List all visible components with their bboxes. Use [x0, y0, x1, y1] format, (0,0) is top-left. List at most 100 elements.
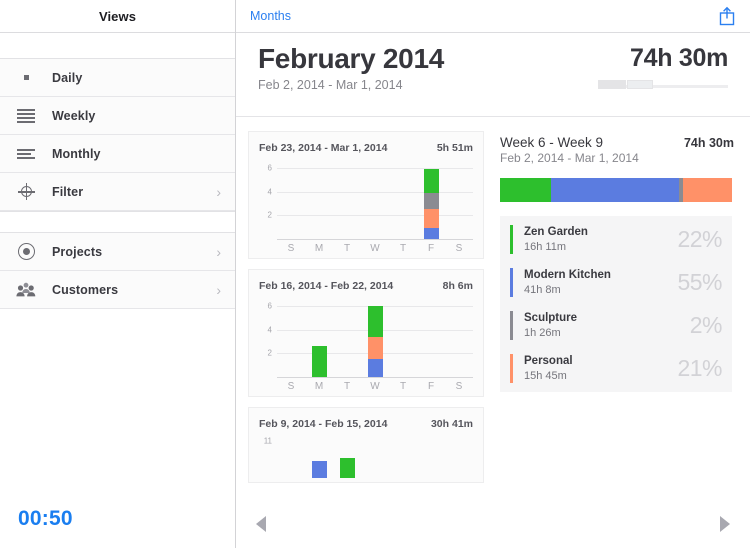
views-nav-group: Daily Weekly Monthly Filter ›	[0, 59, 235, 211]
arrow-left-icon[interactable]	[256, 516, 266, 532]
top-bar: Months	[236, 0, 750, 33]
legend-row[interactable]: Personal 15h 45m 21%	[500, 347, 732, 390]
sidebar-header: Views	[0, 0, 235, 33]
chart-bar-slot	[277, 162, 305, 239]
legend-project-percent: 22%	[677, 226, 722, 252]
stacked-bar-segment	[500, 178, 552, 202]
chart-bar-slot	[305, 300, 333, 377]
sidebar-item-daily[interactable]: Daily	[0, 59, 235, 97]
sidebar-group-divider	[0, 211, 235, 233]
chart-title: Feb 16, 2014 - Feb 22, 2014	[259, 280, 394, 292]
chevron-right-icon: ›	[216, 243, 221, 260]
chart-bar-slot	[277, 438, 305, 478]
legend-color-swatch	[510, 268, 513, 297]
chart-x-tick: S	[455, 381, 463, 392]
legend-project-name: Sculpture	[524, 312, 578, 325]
chart-bar	[423, 169, 439, 239]
chart-bar-slot	[417, 438, 445, 478]
legend-project-percent: 21%	[677, 355, 722, 381]
legend-project-percent: 2%	[689, 312, 723, 338]
legend-row[interactable]: Modern Kitchen 41h 8m 55%	[500, 261, 732, 304]
sidebar-item-label: Daily	[52, 70, 83, 85]
chart-y-tick: 11	[263, 436, 272, 446]
legend-text: Zen Garden 16h 11m	[524, 225, 677, 254]
period-scrubber[interactable]	[598, 80, 728, 90]
sidebar-title: Views	[98, 8, 137, 24]
sidebar-item-label: Weekly	[52, 108, 96, 123]
legend-text: Personal 15h 45m	[524, 354, 677, 383]
legend-color-swatch	[510, 354, 513, 383]
share-icon[interactable]	[718, 6, 736, 26]
legend-color-swatch	[510, 225, 513, 254]
sidebar-item-customers[interactable]: Customers ›	[0, 271, 235, 309]
chart-bar-slot	[389, 162, 417, 239]
content-area: Feb 23, 2014 - Mar 1, 2014 5h 51m 2 4 6 S M…	[236, 117, 750, 493]
chart-x-tick: W	[370, 243, 380, 254]
chart-bar	[339, 458, 355, 478]
chart-card[interactable]: Feb 9, 2014 - Feb 15, 2014 30h 41m 11	[248, 407, 484, 483]
chart-bar-segment	[311, 461, 327, 478]
sidebar-item-label: Customers	[52, 282, 119, 297]
chevron-right-icon: ›	[216, 281, 221, 298]
chart-plot: 11	[264, 437, 473, 478]
chart-x-tick: T	[399, 381, 407, 392]
stacked-bar-segment	[683, 178, 732, 202]
legend-project-duration: 1h 26m	[524, 326, 561, 339]
legend-row[interactable]: Sculpture 1h 26m 2%	[500, 304, 732, 347]
chart-x-tick: S	[287, 381, 295, 392]
main-panel: Months February 2014 Feb 2, 2014 - Mar 1…	[236, 0, 750, 548]
project-legend-list: Zen Garden 16h 11m 22% Modern Kitchen 41h 8m…	[500, 216, 732, 392]
chart-x-axis: SMTWTFS	[277, 381, 473, 392]
chart-bar-slot	[277, 300, 305, 377]
weekly-icon	[0, 108, 52, 123]
chart-x-tick: S	[455, 243, 463, 254]
chart-y-tick: 6	[267, 163, 272, 173]
summary-column: Week 6 - Week 9 74h 30m Feb 2, 2014 - Ma…	[496, 131, 736, 493]
chart-bar-segment	[423, 228, 439, 239]
stacked-bar-segment	[551, 178, 679, 202]
legend-project-percent: 55%	[677, 269, 722, 295]
chart-bar-slot	[333, 300, 361, 377]
chart-x-tick: F	[427, 243, 435, 254]
summary-subtitle: Feb 2, 2014 - Mar 1, 2014	[500, 151, 639, 165]
chart-card[interactable]: Feb 16, 2014 - Feb 22, 2014 8h 6m 2 4 6 S M…	[248, 269, 484, 397]
weekly-charts-column: Feb 23, 2014 - Mar 1, 2014 5h 51m 2 4 6 S M…	[248, 131, 484, 493]
legend-project-duration: 41h 8m	[524, 283, 561, 296]
sidebar-item-monthly[interactable]: Monthly	[0, 135, 235, 173]
chevron-right-icon: ›	[216, 183, 221, 200]
chart-bars	[277, 162, 473, 239]
chart-x-tick: T	[399, 243, 407, 254]
chart-card[interactable]: Feb 23, 2014 - Mar 1, 2014 5h 51m 2 4 6 S M…	[248, 131, 484, 259]
chart-title: Feb 23, 2014 - Mar 1, 2014	[259, 142, 388, 154]
legend-row[interactable]: Zen Garden 16h 11m 22%	[500, 218, 732, 261]
target-icon	[0, 243, 52, 260]
chart-x-tick: M	[314, 381, 324, 392]
chart-bar	[367, 305, 383, 377]
legend-text: Modern Kitchen 41h 8m	[524, 268, 677, 297]
period-total: 74h 30m	[630, 44, 728, 72]
timer-bar[interactable]: 00:50	[0, 490, 235, 548]
chart-plot: 2 4 6	[268, 162, 473, 240]
chart-bar-slot	[417, 162, 445, 239]
bottom-nav	[236, 504, 750, 548]
sidebar-item-weekly[interactable]: Weekly	[0, 97, 235, 135]
chart-bar-slot	[305, 438, 333, 478]
chart-bar-segment	[367, 359, 383, 377]
chart-x-tick: W	[370, 381, 380, 392]
arrow-right-icon[interactable]	[720, 516, 730, 532]
sidebar-item-filter[interactable]: Filter ›	[0, 173, 235, 211]
page-header: February 2014 Feb 2, 2014 - Mar 1, 2014 …	[236, 33, 750, 117]
chart-y-tick: 2	[267, 348, 272, 358]
chart-x-tick: T	[343, 243, 351, 254]
chart-total: 30h 41m	[430, 418, 473, 430]
chart-y-tick: 6	[267, 301, 272, 311]
chart-bar-slot	[361, 162, 389, 239]
chart-plot: 2 4 6	[268, 300, 473, 378]
chart-bar-slot	[333, 438, 361, 478]
legend-project-name: Modern Kitchen	[524, 269, 611, 282]
chart-bar-segment	[367, 336, 383, 360]
people-icon	[0, 282, 52, 297]
breadcrumb-months[interactable]: Months	[250, 9, 291, 23]
sidebar-item-projects[interactable]: Projects ›	[0, 233, 235, 271]
chart-bar-slot	[417, 300, 445, 377]
